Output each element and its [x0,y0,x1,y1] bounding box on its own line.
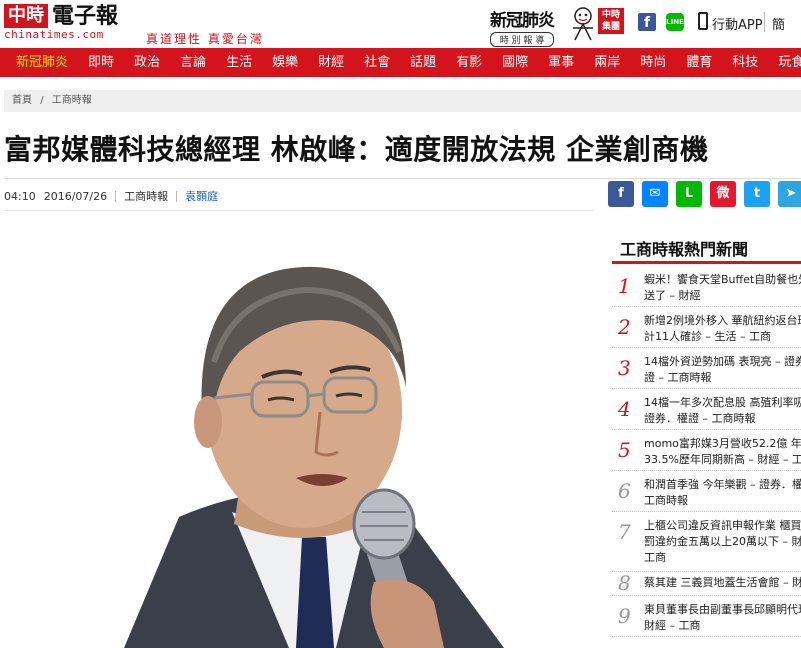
news-headline-line: momo富邦媒3月營收52.2億 年增 [644,437,801,450]
logo-name: 電子報 [52,3,119,29]
rank-number: 6 [618,479,631,503]
news-headline-line: 上櫃公司違反資訊申報作業 櫃買中 [644,519,801,532]
news-headline-line: 證 – 工商時報 [644,371,712,384]
nav-item[interactable]: 財經 [308,48,354,77]
main-nav: 新冠肺炎 即時 政治 言論 生活 娛樂 財經 社會 話題 有影 國際 軍事 兩岸 時尚 體育 科技 玩食 [0,48,801,77]
nav-item[interactable]: 體育 [676,48,722,77]
news-headline-line: 14檔外資逆勢加碼 表現亮 – 證券 [644,355,801,368]
logo-mark: 中時 [4,4,48,28]
divider [612,261,801,264]
news-headline-line: 33.5%歷年同期新高 – 財經 – 工商 [644,453,801,466]
site-header: 中時 電子報 chinatimes.com 真道理性 真愛台灣 新冠肺炎 時 別… [0,0,801,48]
divider [115,190,117,202]
rank-number: 1 [618,274,631,298]
sidebar-title: 工商時報熱門新聞 [620,240,749,259]
article-time: 04:10 [4,189,36,203]
news-headline-line: 和潤首季強 今年樂觀 – 證券．權 [644,478,801,491]
nav-item[interactable]: 玩食 [768,48,801,77]
site-slogan: 真道理性 真愛台灣 [146,32,264,46]
article-source[interactable]: 工商時報 [124,188,168,204]
nav-item[interactable]: 言論 [170,48,216,77]
article-photo [4,212,594,648]
rank-number: 7 [618,520,631,544]
site-logo[interactable]: 中時 電子報 [4,4,118,28]
nav-item[interactable]: 軍事 [538,48,584,77]
list-item[interactable]: 3 14檔外資逆勢加碼 表現亮 – 證券證 – 工商時報 [612,348,801,389]
rank-number: 8 [618,571,631,595]
nav-item[interactable]: 國際 [492,48,538,77]
news-headline-line: 財經 – 工商 [644,619,701,632]
nav-item[interactable]: 話題 [400,48,446,77]
mobile-app-link[interactable]: 行動APP [712,14,763,33]
speaker-portrait-image [124,266,504,648]
nav-item[interactable]: 科技 [722,48,768,77]
divider [4,210,594,211]
breadcrumb-section[interactable]: 工商時報 [52,95,92,106]
rank-number: 9 [618,604,631,628]
phone-icon[interactable] [698,12,708,30]
news-headline-line: 工商時報 [644,494,688,507]
article-author[interactable]: 袁顥庭 [185,188,218,204]
divider [764,12,765,32]
news-headline-line: 蔡其建 三義買地蓋生活會館 – 財 [644,576,801,589]
breadcrumb-separator: / [40,95,44,106]
mascot-icon [573,7,593,41]
nav-item[interactable]: 社會 [354,48,400,77]
nav-item[interactable]: 新冠肺炎 [0,48,78,77]
list-item[interactable]: 8 蔡其建 三義買地蓋生活會館 – 財 [612,571,801,596]
rank-number: 4 [618,397,631,421]
nav-item[interactable]: 即時 [78,48,124,77]
group-logo[interactable]: 中時集團 [598,8,624,34]
article-meta: 04:10 2016/07/26 工商時報 袁顥庭 [4,188,218,204]
article-title: 富邦媒體科技總經理 林啟峰：適度開放法規 企業創商機 [4,133,709,166]
nav-item[interactable]: 兩岸 [584,48,630,77]
logo-url: chinatimes.com [4,28,104,41]
news-headline-line: 證券．權證 – 工商時報 [644,412,756,425]
news-headline-line: 罰違約金五萬以上20萬以下 – 財經 [644,535,801,548]
messenger-share-icon[interactable]: ✉ [642,181,668,207]
news-headline-line: 14檔一年多次配息股 高殖利率吸睛 [644,396,801,409]
list-item[interactable]: 5 momo富邦媒3月營收52.2億 年增 33.5%歷年同期新高 – 財經 – 工… [612,430,801,471]
rank-number: 3 [618,356,631,380]
share-buttons: f ✉ L 微 t ➤ [608,181,801,207]
weibo-share-icon[interactable]: 微 [710,181,736,207]
covid-special-logo[interactable]: 新冠肺炎 時 別 報 導 [490,6,555,47]
facebook-icon[interactable]: f [638,13,656,31]
news-headline-line: 蝦米！饗食天堂Buffet自助餐也外 [644,273,801,286]
nav-item[interactable]: 政治 [124,48,170,77]
popular-news-list: 1 蝦米！饗食天堂Buffet自助餐也外 送了 – 財經 2 新增2例境外移入 華航紐約… [612,266,801,637]
divider [4,178,801,179]
list-item[interactable]: 4 14檔一年多次配息股 高殖利率吸睛 證券．權證 – 工商時報 [612,389,801,430]
list-item[interactable]: 1 蝦米！饗食天堂Buffet自助餐也外 送了 – 財經 [612,266,801,307]
line-share-icon[interactable]: L [676,181,702,207]
list-item[interactable]: 7 上櫃公司違反資訊申報作業 櫃買中 罰違約金五萬以上20萬以下 – 財經 工商 [612,512,801,572]
covid-logo-title: 新冠肺炎 [490,11,555,31]
covid-logo-sub: 時 別 報 導 [490,32,554,47]
nav-item[interactable]: 生活 [216,48,262,77]
news-headline-line: 工商 [644,551,666,564]
news-headline-line: 東貝董事長由副董事長邱顯明代理 [644,603,801,616]
list-item[interactable]: 9 東貝董事長由副董事長邱顯明代理 財經 – 工商 [612,596,801,637]
facebook-share-icon[interactable]: f [608,181,634,207]
divider [176,190,178,202]
line-icon[interactable]: LINE [666,13,684,31]
twitter-share-icon[interactable]: t [744,181,770,207]
nav-item[interactable]: 時尚 [630,48,676,77]
list-item[interactable]: 6 和潤首季強 今年樂觀 – 證券．權 工商時報 [612,471,801,512]
nav-item[interactable]: 娛樂 [262,48,308,77]
news-headline-line: 送了 – 財經 [644,289,701,302]
breadcrumb-home[interactable]: 首頁 [12,95,32,106]
breadcrumb: 首頁 / 工商時報 [4,90,801,112]
rank-number: 5 [618,438,631,462]
nav-item[interactable]: 有影 [446,48,492,77]
list-item[interactable]: 2 新增2例境外移入 華航紐約返台班 計11人確診 – 生活 – 工商 [612,307,801,348]
news-headline-line: 新增2例境外移入 華航紐約返台班 [644,314,801,327]
news-headline-line: 計11人確診 – 生活 – 工商 [644,330,771,343]
simplified-chinese-button[interactable]: 簡 [772,14,785,33]
article-date: 2016/07/26 [43,189,108,203]
telegram-share-icon[interactable]: ➤ [778,181,801,207]
rank-number: 2 [618,315,631,339]
